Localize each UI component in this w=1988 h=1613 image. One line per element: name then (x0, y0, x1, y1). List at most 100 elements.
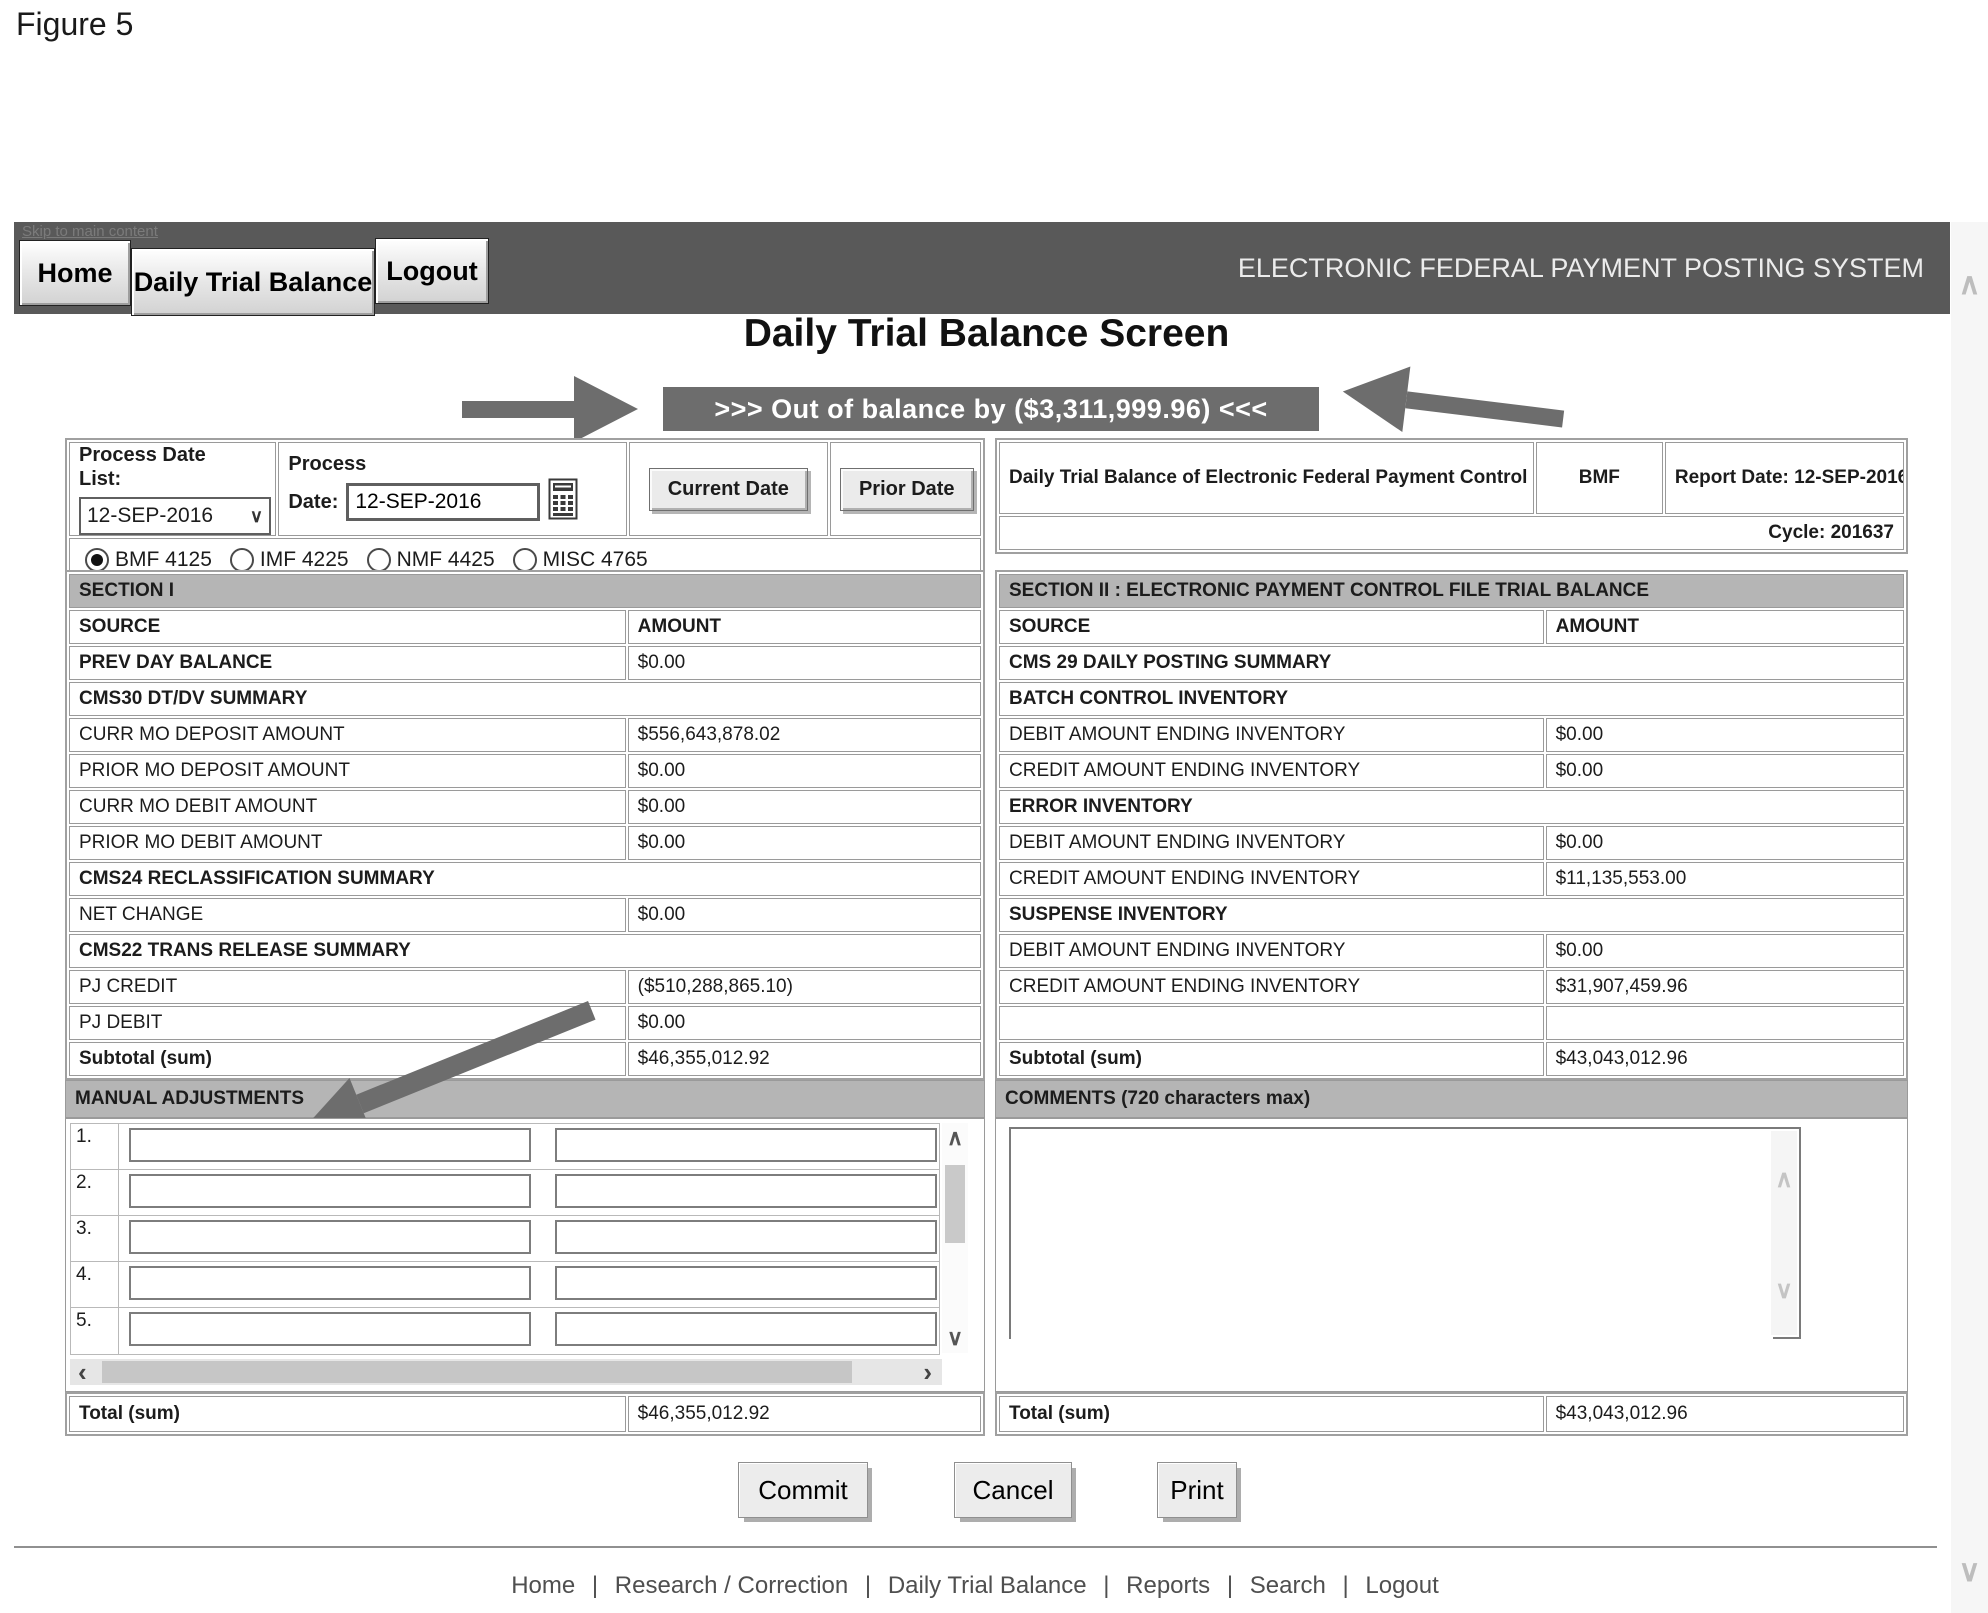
radio-unselected-icon[interactable] (230, 548, 254, 572)
col-source: SOURCE (999, 610, 1544, 644)
adjustment-description-input[interactable] (129, 1128, 531, 1162)
scrollbar-thumb[interactable] (945, 1165, 965, 1243)
adjustments-vertical-scrollbar[interactable]: ∧ ∨ (942, 1123, 968, 1353)
row-number: 3. (71, 1216, 119, 1262)
adjustment-amount-input[interactable] (555, 1220, 937, 1254)
scroll-up-icon[interactable]: ∧ (942, 1125, 968, 1151)
footer-nav: Home | Research / Correction | Daily Tri… (0, 1572, 1950, 1600)
adjustment-amount-input[interactable] (555, 1312, 937, 1346)
total-label: Total (sum) (999, 1396, 1544, 1432)
scrollbar-thumb[interactable] (102, 1361, 852, 1383)
section1-header: SECTION I (69, 574, 981, 608)
commit-button[interactable]: Commit (738, 1462, 868, 1518)
daily-trial-balance-button[interactable]: Daily Trial Balance (131, 248, 375, 316)
footer-link-reports[interactable]: Reports (1126, 1572, 1210, 1599)
adjustment-amount-input[interactable] (555, 1128, 937, 1162)
scroll-down-icon[interactable]: ∨ (1771, 1276, 1797, 1305)
radio-misc-4765[interactable]: MISC 4765 (513, 548, 648, 572)
table-row: CURR MO DEBIT AMOUNT$0.00 (69, 790, 981, 824)
table-row: DEBIT AMOUNT ENDING INVENTORY$0.00 (999, 718, 1904, 752)
table-row: CURR MO DEPOSIT AMOUNT$556,643,878.02 (69, 718, 981, 752)
arrow-right-icon (462, 376, 638, 442)
radio-unselected-icon[interactable] (367, 548, 391, 572)
radio-selected-icon[interactable] (85, 548, 109, 572)
scroll-down-icon[interactable]: ∨ (942, 1325, 968, 1351)
table-row: CREDIT AMOUNT ENDING INVENTORY$11,135,55… (999, 862, 1904, 896)
total-label: Total (sum) (69, 1396, 626, 1432)
comments-box: ∧ ∨ (1009, 1127, 1801, 1339)
row-number: 1. (71, 1124, 119, 1170)
table-group-row: CMS22 TRANS RELEASE SUMMARY (69, 934, 981, 968)
prior-date-cell: Prior Date (830, 442, 981, 536)
comments-panel: ∧ ∨ (995, 1118, 1908, 1392)
table-row: CREDIT AMOUNT ENDING INVENTORY$0.00 (999, 754, 1904, 788)
radio-unselected-icon[interactable] (513, 548, 537, 572)
scroll-up-icon[interactable]: ∧ (1951, 270, 1988, 300)
footer-divider (14, 1546, 1937, 1548)
row-number: 4. (71, 1262, 119, 1308)
adjustment-description-input[interactable] (129, 1220, 531, 1254)
section2-total-row: Total (sum) $43,043,012.96 (995, 1392, 1908, 1436)
top-nav-bar: Skip to main content Home Daily Trial Ba… (14, 222, 1950, 314)
radio-bmf-4125[interactable]: BMF 4125 (85, 548, 212, 572)
col-amount: AMOUNT (1546, 610, 1904, 644)
skip-to-main-content-link[interactable]: Skip to main content (22, 223, 158, 240)
current-date-button[interactable]: Current Date (649, 468, 808, 511)
footer-separator: | (592, 1572, 598, 1599)
cancel-button[interactable]: Cancel (954, 1462, 1072, 1518)
radio-imf-4225[interactable]: IMF 4225 (230, 548, 349, 572)
process-date-input[interactable] (346, 483, 540, 521)
empty-row (999, 1006, 1904, 1040)
adjustment-amount-input[interactable] (555, 1266, 937, 1300)
prior-date-button[interactable]: Prior Date (840, 468, 974, 511)
scroll-left-icon[interactable]: ‹ (78, 1359, 87, 1385)
print-button[interactable]: Print (1157, 1462, 1237, 1518)
home-button[interactable]: Home (19, 240, 131, 306)
comments-scrollbar[interactable]: ∧ ∨ (1771, 1131, 1797, 1335)
col-source: SOURCE (69, 610, 626, 644)
table-row: PREV DAY BALANCE$0.00 (69, 646, 981, 680)
adjustments-horizontal-scrollbar[interactable]: ‹ › (70, 1359, 942, 1385)
table-row: DEBIT AMOUNT ENDING INVENTORY$0.00 (999, 934, 1904, 968)
process-date-label-line1: Process (288, 452, 616, 476)
manual-adjustments-panel: 1. 2. 3. 4. 5. ∧ ∨ ‹ › (65, 1118, 985, 1392)
adjustment-row: 4. (70, 1261, 940, 1309)
process-date-label-line2: Date: (288, 490, 338, 514)
footer-link-daily-trial-balance[interactable]: Daily Trial Balance (888, 1572, 1087, 1599)
out-of-balance-banner: >>> Out of balance by ($3,311,999.96) <<… (663, 387, 1319, 431)
footer-link-logout[interactable]: Logout (1365, 1572, 1438, 1599)
page-scrollbar[interactable]: ∧ ∨ (1951, 222, 1988, 1613)
adjustment-description-input[interactable] (129, 1174, 531, 1208)
process-date-list-select[interactable]: 12-SEP-2016 ∨ (79, 497, 271, 535)
adjustment-description-input[interactable] (129, 1312, 531, 1346)
scroll-right-icon[interactable]: › (923, 1359, 932, 1385)
footer-link-research-correction[interactable]: Research / Correction (615, 1572, 848, 1599)
adjustment-description-input[interactable] (129, 1266, 531, 1300)
table-row: DEBIT AMOUNT ENDING INVENTORY$0.00 (999, 826, 1904, 860)
report-description: Daily Trial Balance of Electronic Federa… (999, 442, 1534, 514)
table-row: PJ CREDIT($510,288,865.10) (69, 970, 981, 1004)
system-title: ELECTRONIC FEDERAL PAYMENT POSTING SYSTE… (1238, 222, 1924, 314)
footer-link-home[interactable]: Home (511, 1572, 575, 1599)
footer-separator: | (1227, 1572, 1233, 1599)
total-value: $46,355,012.92 (628, 1396, 981, 1432)
table-group-row: BATCH CONTROL INVENTORY (999, 682, 1904, 716)
process-date-list-value: 12-SEP-2016 (87, 504, 213, 528)
footer-link-search[interactable]: Search (1250, 1572, 1326, 1599)
report-date: Report Date: 12-SEP-2016 (1665, 442, 1904, 514)
adjustment-amount-input[interactable] (555, 1174, 937, 1208)
radio-nmf-4425[interactable]: NMF 4425 (367, 548, 495, 572)
process-date-list-cell: Process Date List: 12-SEP-2016 ∨ (69, 442, 276, 536)
total-value: $43,043,012.96 (1546, 1396, 1904, 1432)
calendar-picker-icon[interactable] (548, 478, 578, 526)
comments-textarea[interactable] (1011, 1129, 1773, 1341)
table-row: PRIOR MO DEBIT AMOUNT$0.00 (69, 826, 981, 860)
table-group-row: CMS 29 DAILY POSTING SUMMARY (999, 646, 1904, 680)
scroll-down-icon[interactable]: ∨ (1951, 1557, 1988, 1587)
table-row: PRIOR MO DEPOSIT AMOUNT$0.00 (69, 754, 981, 788)
row-number: 5. (71, 1308, 119, 1354)
scroll-up-icon[interactable]: ∧ (1771, 1165, 1797, 1194)
logout-button[interactable]: Logout (375, 238, 489, 304)
col-amount: AMOUNT (628, 610, 981, 644)
figure-caption: Figure 5 (16, 6, 133, 43)
